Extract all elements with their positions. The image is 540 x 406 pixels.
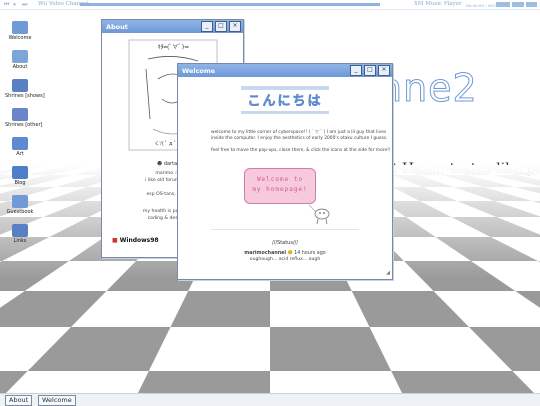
desktop-icon-label: Guestbook: [6, 209, 34, 215]
welcome-titlebar[interactable]: Welcome _ □ ×: [178, 64, 392, 77]
folder-icon: [12, 166, 28, 179]
status-time: 14 hours ago: [294, 251, 326, 256]
pause-icon[interactable]: ⏸: [13, 1, 16, 8]
minimize-button[interactable]: _: [201, 21, 213, 32]
maximize-button[interactable]: □: [364, 65, 376, 76]
desktop-icon-guestbook[interactable]: Guestbook: [5, 195, 35, 215]
player-title: XM Music Player: [414, 1, 462, 7]
intro-text: welcome to my little corner of cyberspac…: [211, 130, 388, 141]
mute-button[interactable]: [526, 2, 537, 7]
volume-level: [512, 2, 524, 7]
bubble-line-1: Welcome to: [256, 176, 304, 183]
folder-icon: [12, 21, 28, 34]
desktop-icon-label: About: [12, 64, 28, 70]
music-player-bar: ⏮ ⏸ ⏭ Wii Votes Channel XM Music Player …: [0, 0, 540, 10]
desktop-icon-label: Links: [13, 238, 27, 244]
status-heading: ///Status///: [271, 240, 299, 246]
folder-icon: [12, 224, 28, 237]
folder-icon: [12, 195, 28, 208]
bubble-line-2: my homepage!: [252, 186, 308, 193]
svg-text:ｷﾀ━(ﾟ∀ﾟ)━: ｷﾀ━(ﾟ∀ﾟ)━: [158, 44, 189, 51]
prev-track-icon[interactable]: ⏮: [4, 1, 9, 8]
folder-icon: [12, 50, 28, 63]
mascot-icon: [308, 204, 330, 225]
hint-text: feel free to move the pop-ups, close the…: [211, 148, 391, 153]
folder-icon: [12, 137, 28, 150]
desktop-icon-about[interactable]: About: [5, 50, 35, 70]
desktop-icon-welcome[interactable]: Welcome: [5, 21, 35, 41]
status-meta: marimochannel ☻ 14 hours ago: [178, 251, 392, 256]
about-window-title: About: [106, 22, 128, 31]
close-button[interactable]: ×: [229, 21, 241, 32]
divider: [211, 229, 359, 230]
desktop-icon-shrines-shows[interactable]: Shrines [shows]: [5, 79, 45, 99]
welcome-window-title: Welcome: [182, 66, 216, 75]
taskbar-about-button[interactable]: About: [5, 395, 33, 406]
speech-bubble: Welcome to my homepage!: [244, 168, 316, 204]
desktop-icon-links[interactable]: Links: [5, 224, 35, 244]
desktop-icon-shrines-other[interactable]: Shrines [other]: [5, 108, 43, 128]
desktop-icon-label: Shrines [shows]: [5, 93, 45, 99]
close-button[interactable]: ×: [378, 65, 390, 76]
taskbar-welcome-button[interactable]: Welcome: [38, 395, 76, 406]
maximize-button[interactable]: □: [215, 21, 227, 32]
smiley-icon: ☻: [157, 161, 163, 167]
windows98-badge: ■ Windows98: [112, 237, 159, 244]
welcome-body: こんにちは welcome to my little corner of cyb…: [178, 77, 392, 278]
welcome-window[interactable]: Welcome _ □ × こんにちは welcome to my little…: [177, 63, 393, 280]
track-progress[interactable]: [80, 3, 380, 6]
smiley-icon: ☻: [287, 251, 293, 256]
taskbar: About Welcome: [0, 393, 540, 406]
track-time: 00:00:00 / 00:00: [466, 3, 500, 8]
about-titlebar[interactable]: About _ □ ×: [102, 20, 243, 33]
volume-slider[interactable]: [496, 2, 510, 7]
header-decoration: [241, 111, 329, 114]
minimize-button[interactable]: _: [350, 65, 362, 76]
desktop-icon-label: Shrines [other]: [5, 122, 43, 128]
windows-logo-icon: ■: [112, 237, 118, 244]
desktop-icon-art[interactable]: Art: [5, 137, 35, 157]
folder-icon: [12, 108, 28, 121]
desktop-icon-label: Welcome: [8, 35, 32, 41]
desktop-icon-blog[interactable]: Blog: [5, 166, 35, 186]
status-user[interactable]: marimochannel: [244, 251, 286, 256]
desktop-icon-label: Blog: [14, 180, 26, 186]
folder-icon: [12, 79, 28, 92]
status-text: oughough... acid reflux... ough: [249, 257, 321, 262]
next-track-icon[interactable]: ⏭: [22, 1, 27, 8]
desktop-icon-label: Art: [16, 151, 24, 157]
resize-grip-icon[interactable]: ◢: [386, 270, 390, 276]
welcome-header: こんにちは: [247, 94, 323, 110]
